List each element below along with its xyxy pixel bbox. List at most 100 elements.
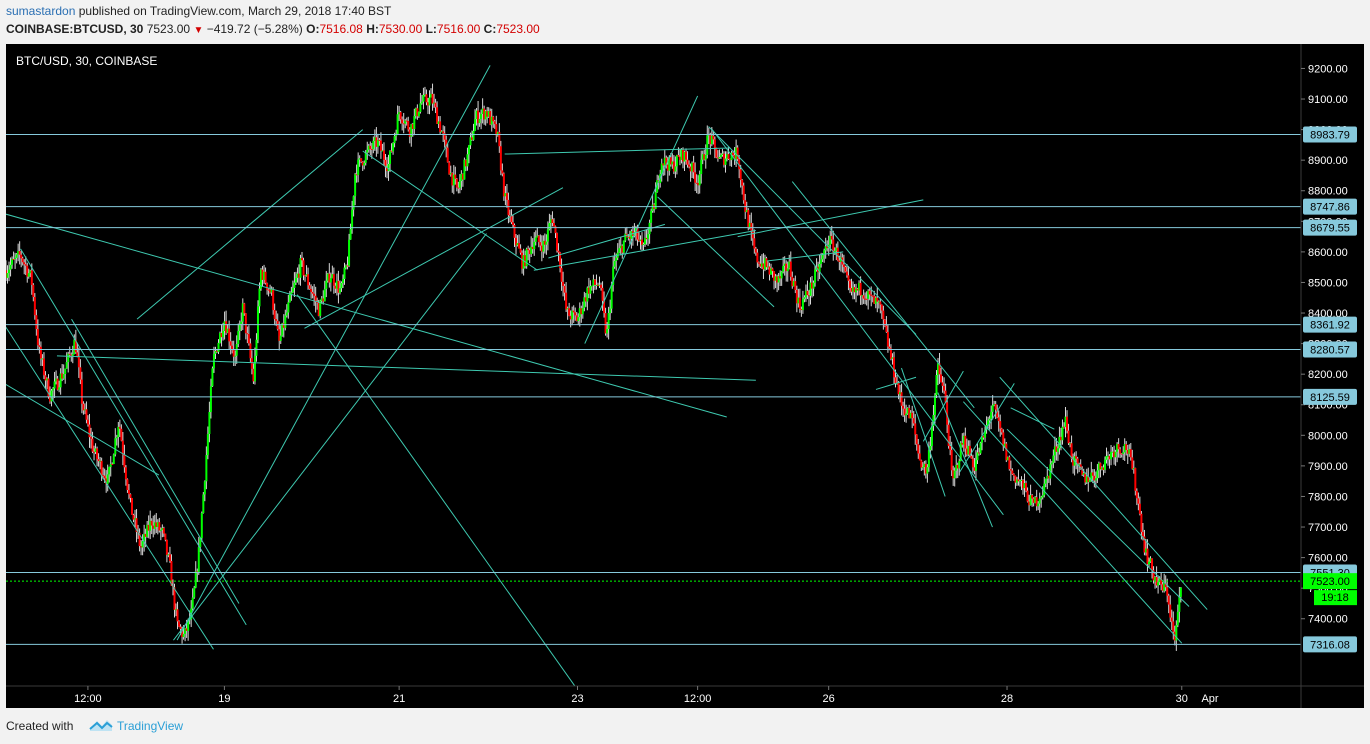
candle-body (91, 438, 94, 452)
candle-body (692, 162, 695, 173)
candle-body (820, 259, 823, 264)
candle-body (349, 229, 352, 240)
candle-body (870, 294, 873, 296)
candle-body (164, 533, 167, 540)
close-value: 7523.00 (496, 22, 540, 36)
candle-body (601, 287, 604, 301)
candle-body (1103, 459, 1106, 470)
level-price-label: 8679.55 (1310, 223, 1350, 235)
candle-body (706, 135, 709, 155)
candle-body (340, 283, 343, 289)
candle-body (1026, 490, 1029, 502)
candle-body (1131, 457, 1134, 469)
candle-body (376, 139, 379, 147)
candle-body (1050, 462, 1053, 465)
candle-body (943, 385, 946, 391)
candle-body (228, 328, 231, 342)
price-chart[interactable]: 7400.007500.007600.007700.007800.007900.… (0, 42, 1370, 712)
candle-body (920, 460, 923, 468)
candle-body (610, 285, 613, 309)
candle-body (229, 341, 232, 346)
candle-body (200, 513, 203, 539)
candle-body (618, 248, 621, 253)
y-tick-label: 9100.00 (1308, 94, 1348, 106)
candle-body (478, 118, 481, 124)
candle-body (812, 282, 815, 289)
candle-body (222, 330, 225, 338)
candle-body (343, 267, 346, 279)
candle-body (876, 297, 879, 302)
candle-body (240, 321, 243, 324)
candle-body (534, 237, 537, 242)
candle-body (607, 312, 610, 329)
candle-body (971, 458, 974, 468)
candle-body (258, 288, 261, 307)
candle-body (751, 230, 754, 239)
author-link[interactable]: sumastardon (6, 4, 75, 18)
candle-body (574, 312, 577, 316)
candle-body (1008, 457, 1011, 470)
down-triangle-icon: ▼ (193, 25, 204, 36)
high-value: 7530.00 (378, 22, 423, 36)
candle-body (704, 154, 707, 160)
candle-body (902, 405, 905, 409)
candle-body (53, 381, 56, 389)
candle-body (1140, 513, 1143, 532)
y-tick-label: 8000.00 (1308, 430, 1348, 442)
tradingview-brand-link[interactable]: TradingView (117, 719, 183, 733)
candle-body (736, 147, 739, 160)
candle-body (964, 435, 967, 449)
candle-body (300, 258, 303, 261)
candle-body (801, 299, 804, 311)
candle-body (713, 139, 716, 148)
candle-body (650, 210, 653, 223)
candle-body (33, 296, 36, 316)
candle-body (1179, 587, 1182, 597)
candle-body (492, 116, 495, 122)
candle-body (1066, 416, 1069, 431)
candle-body (382, 150, 385, 160)
y-tick-label: 7800.00 (1308, 491, 1348, 503)
candle-body (642, 243, 645, 245)
candle-body (118, 426, 121, 429)
candle-body (284, 315, 287, 328)
candle-body (1135, 490, 1138, 499)
candle-body (1134, 467, 1137, 491)
candle-body (357, 159, 360, 176)
level-price-label: 8983.79 (1310, 130, 1350, 142)
candle-body (332, 274, 335, 286)
candle-body (100, 460, 103, 476)
candle-body (417, 111, 420, 117)
candle-body (1125, 444, 1128, 450)
level-price-label: 8747.86 (1310, 202, 1350, 214)
candle-body (502, 173, 505, 197)
candle-body (539, 242, 542, 246)
candle-body (209, 386, 212, 413)
candle-body (1137, 498, 1140, 504)
candle-body (880, 304, 883, 311)
candle-body (888, 346, 891, 349)
candle-body (511, 222, 514, 225)
candle-body (360, 158, 363, 162)
candle-body (1088, 479, 1091, 482)
candle-body (425, 94, 428, 103)
y-tick-label: 8800.00 (1308, 186, 1348, 198)
y-tick-label: 9200.00 (1308, 63, 1348, 75)
candle-body (1117, 443, 1120, 450)
candle-body (847, 275, 850, 281)
candle-body (126, 479, 129, 490)
candle-body (348, 239, 351, 266)
published-text: published on TradingView.com, March 29, … (78, 4, 392, 18)
candle-body (448, 162, 451, 175)
candle-body (911, 412, 914, 419)
candle-body (771, 268, 774, 272)
candle-body (399, 112, 402, 120)
candle-body (389, 150, 392, 165)
candle-body (39, 346, 42, 359)
candle-body (111, 463, 114, 465)
candle-body (940, 374, 943, 383)
candle-body (158, 522, 161, 531)
candle-body (234, 355, 237, 357)
candle-body (474, 119, 477, 131)
candle-body (393, 136, 396, 144)
